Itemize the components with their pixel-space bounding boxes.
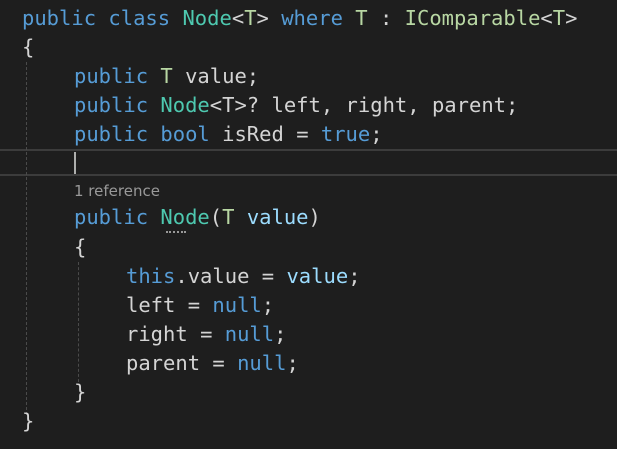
code-line-right-null[interactable]: right = null; (126, 320, 286, 349)
field-name: parent (126, 351, 201, 375)
equals: = (200, 322, 213, 346)
equals: = (212, 351, 225, 375)
field-name: left (126, 293, 176, 317)
type-parameter: T (222, 205, 235, 229)
keyword-null: null (224, 322, 275, 346)
open-brace: { (74, 235, 87, 259)
indent-guide (26, 62, 27, 415)
keyword-class: class (108, 6, 171, 30)
parameter-name: value (286, 264, 349, 288)
parameter-name: value (246, 205, 309, 229)
code-line-ctor-close-brace[interactable]: } (74, 378, 86, 407)
generic-nullable: <T>? (209, 93, 260, 117)
text-cursor (74, 152, 76, 174)
code-line-node-fields[interactable]: public Node<T>? left, right, parent; (74, 91, 518, 120)
type-node: Node (160, 93, 210, 117)
paren-open: ( (209, 205, 223, 229)
close-brace: } (74, 380, 87, 404)
field-declaration: value; (185, 64, 260, 88)
open-brace: { (22, 35, 35, 59)
code-line-open-brace[interactable]: { (22, 33, 34, 62)
code-line-class-declaration[interactable]: public class Node<T> where T : IComparab… (22, 4, 577, 33)
keyword-true: true (320, 122, 371, 146)
interface-name: IComparable (404, 6, 541, 30)
keyword-null: null (237, 351, 287, 375)
class-name: Node (182, 6, 232, 30)
indent-guide (78, 262, 79, 382)
equals: = (296, 122, 309, 146)
keyword-public: public (74, 122, 149, 146)
keyword-null: null (212, 293, 262, 317)
field-name: value (187, 264, 250, 288)
code-line-value-field[interactable]: public T value; (74, 62, 259, 91)
semicolon: ; (274, 322, 287, 346)
semicolon: ; (348, 264, 361, 288)
keyword-public: public (74, 93, 149, 117)
field-declaration: left, right, parent; (271, 93, 519, 117)
equals: = (187, 293, 201, 317)
type-parameter: T (552, 6, 566, 30)
semicolon: ; (286, 351, 299, 375)
keyword-bool: bool (160, 122, 210, 146)
code-line-isred-field[interactable]: public bool isRed = true; (74, 120, 383, 149)
paren-close: ) (308, 205, 321, 229)
semicolon: ; (261, 293, 275, 317)
type-parameter: T (355, 6, 368, 30)
semicolon: ; (370, 122, 383, 146)
type-parameter: T (160, 64, 173, 88)
angle-close: > (565, 6, 578, 30)
code-editor[interactable]: public class Node<T> where T : IComparab… (0, 0, 617, 449)
dot: . (175, 264, 188, 288)
field-name: right (126, 322, 188, 346)
codelens-references[interactable]: 1 reference (74, 181, 160, 201)
constructor-name: Node (160, 205, 210, 229)
code-line-close-brace[interactable]: } (22, 407, 34, 436)
angle-open: < (231, 6, 245, 30)
code-line-this-value[interactable]: this.value = value; (126, 262, 361, 291)
suggestion-dots-indicator[interactable] (166, 228, 186, 233)
field-name: isRed (222, 122, 284, 146)
angle-open: < (540, 6, 553, 30)
keyword-public: public (22, 6, 97, 30)
equals: = (261, 264, 275, 288)
keyword-where: where (281, 6, 343, 30)
code-line-parent-null[interactable]: parent = null; (126, 349, 299, 378)
keyword-this: this (126, 264, 176, 288)
angle-close: > (256, 6, 269, 30)
close-brace: } (22, 409, 35, 433)
keyword-public: public (74, 205, 149, 229)
current-line-highlight (0, 149, 617, 176)
code-line-constructor[interactable]: public Node(T value) (74, 203, 321, 232)
type-parameter: T (244, 6, 257, 30)
keyword-public: public (74, 64, 149, 88)
code-line-left-null[interactable]: left = null; (126, 291, 274, 320)
code-line-ctor-open-brace[interactable]: { (74, 233, 86, 262)
colon: : (379, 6, 393, 30)
